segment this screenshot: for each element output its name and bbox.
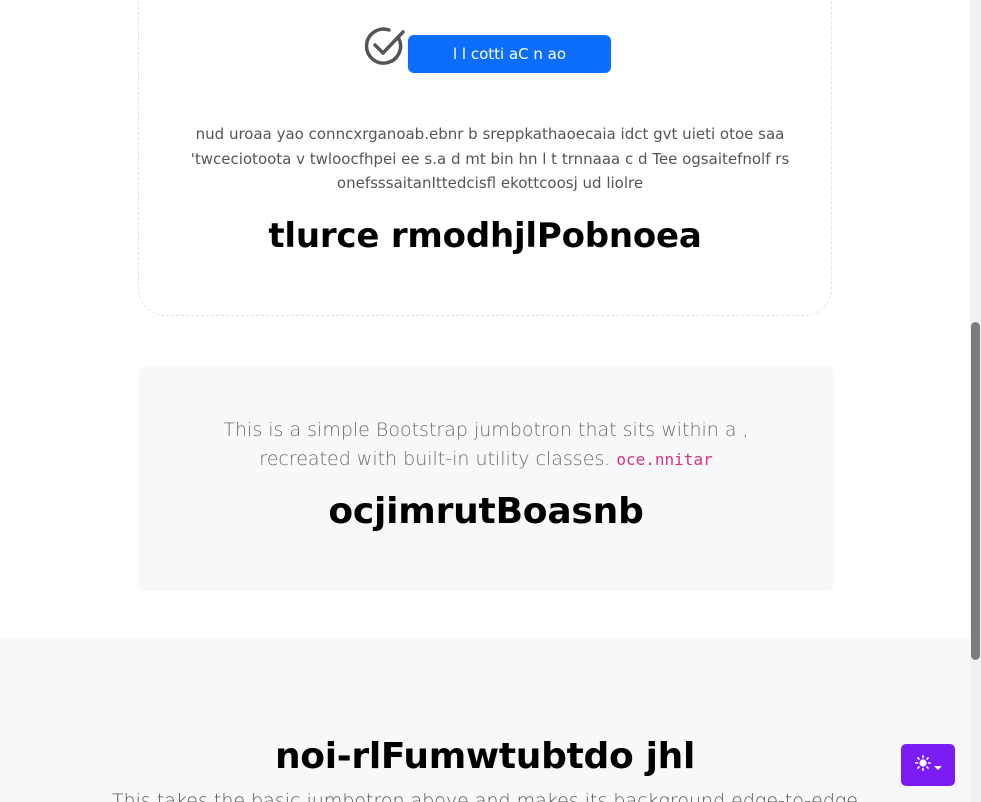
jumbotron-code: oce.nnitar (616, 450, 713, 469)
theme-toggle-button[interactable] (901, 744, 955, 786)
top-card-heading: tlurce rmodhjlPobnoea (268, 216, 702, 256)
top-card-text: nud uroaa yao conncxrganoab.ebnr b srepp… (190, 125, 790, 192)
full-width-heading: noi-rlFumwtubtdo jhl (274, 736, 696, 777)
full-width-section (0, 638, 970, 802)
caret-down-icon (933, 756, 942, 775)
full-width-subtext: This takes the basic jumbotron above and… (111, 790, 858, 802)
jumbotron (138, 366, 834, 591)
scrollbar[interactable] (970, 0, 981, 802)
primary-button[interactable]: l l cotti aC n ao (408, 35, 611, 73)
jumbotron-text: This is a simple Bootstrap jumbotron tha… (190, 416, 782, 474)
page-viewport: l l cotti aC n ao nud uroaa yao conncxrg… (0, 0, 981, 802)
scrollbar-thumb[interactable] (971, 322, 980, 660)
jumbotron-heading: ocjimrutBoasnb (328, 491, 644, 532)
check-circle-icon (364, 25, 406, 65)
sun-icon (914, 755, 931, 775)
